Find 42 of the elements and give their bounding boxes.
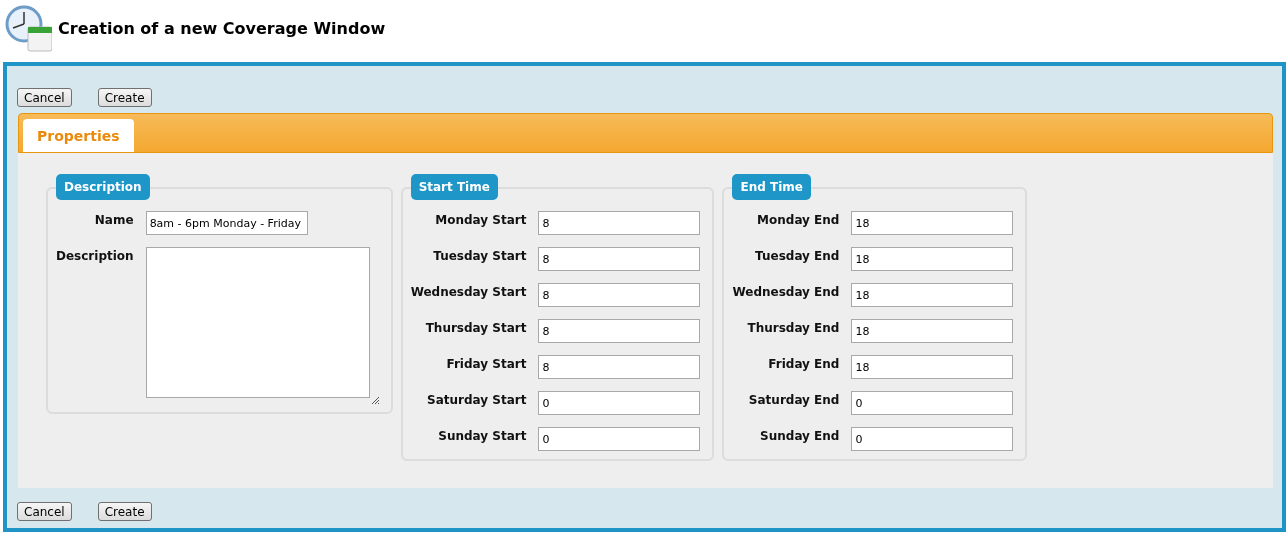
input-field[interactable]: 18 <box>851 211 1014 235</box>
field-label: Friday End <box>767 356 840 371</box>
field-label: Monday Start <box>434 212 527 227</box>
field-label: Wednesday Start <box>410 284 527 299</box>
input-field[interactable]: 0 <box>538 427 701 451</box>
field-label: Saturday End <box>747 392 840 407</box>
field-label: Tuesday End <box>754 248 840 263</box>
field-label: Friday Start <box>445 356 527 371</box>
fieldset-legend: End Time <box>732 174 811 200</box>
input-field[interactable]: 0 <box>851 427 1014 451</box>
input-field[interactable]: 18 <box>851 319 1014 343</box>
input-field[interactable]: 8am - 6pm Monday - Friday <box>145 211 308 235</box>
field-label: Wednesday End <box>732 284 840 299</box>
input-field[interactable]: 8 <box>538 355 701 379</box>
field-label: Thursday Start <box>424 320 527 335</box>
field-label: Description <box>56 248 134 263</box>
create-button[interactable]: Create <box>97 502 152 521</box>
field-label: Sunday Start <box>437 428 527 443</box>
input-field[interactable]: 0 <box>851 391 1014 415</box>
fieldset-legend: Description <box>56 174 150 200</box>
create-button[interactable]: Create <box>97 88 152 107</box>
clock-calendar-icon <box>4 4 52 52</box>
input-field[interactable]: 8 <box>538 283 701 307</box>
resize-grip-icon[interactable] <box>371 397 379 404</box>
field-label: Name <box>93 212 134 227</box>
input-field[interactable]: 8 <box>538 211 701 235</box>
field-label: Thursday End <box>746 320 840 335</box>
input-field[interactable]: 18 <box>851 283 1014 307</box>
cancel-button[interactable]: Cancel <box>17 88 72 107</box>
input-field[interactable]: 8 <box>538 319 701 343</box>
fieldset-legend: Start Time <box>410 174 498 200</box>
input-field[interactable]: 0 <box>538 391 701 415</box>
field-label: Sunday End <box>759 428 840 443</box>
field-label: Saturday Start <box>426 392 527 407</box>
input-field[interactable]: 8 <box>538 247 701 271</box>
cancel-button[interactable]: Cancel <box>17 502 72 521</box>
field-label: Monday End <box>756 212 840 227</box>
input-field[interactable]: 18 <box>851 247 1014 271</box>
textarea-field[interactable] <box>145 247 370 398</box>
input-field[interactable]: 18 <box>851 355 1014 379</box>
page-title: Creation of a new Coverage Window <box>58 18 386 38</box>
field-label: Tuesday Start <box>432 248 527 263</box>
